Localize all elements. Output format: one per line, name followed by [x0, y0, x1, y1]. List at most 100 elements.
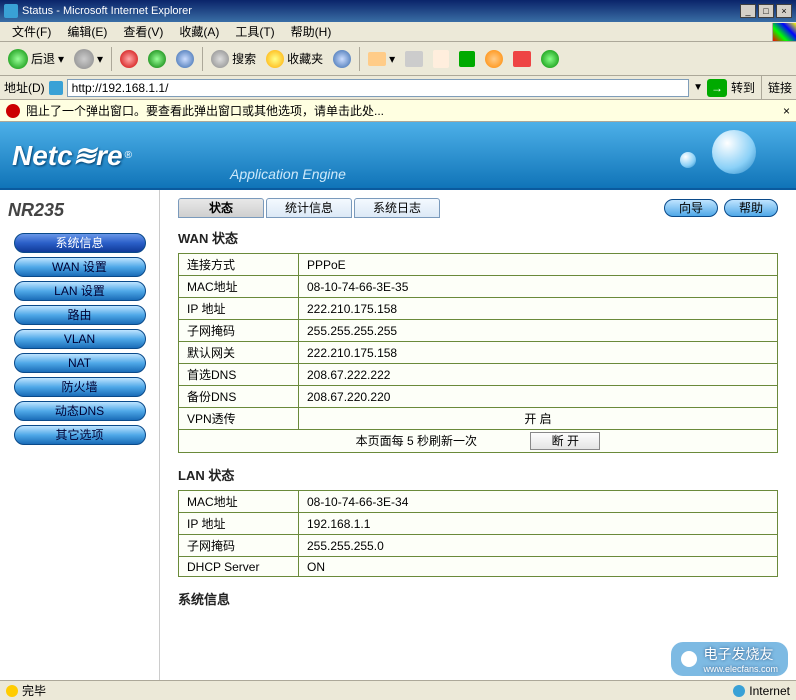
cell-value: 192.168.1.1	[299, 513, 778, 535]
sidebar-item-ddns[interactable]: 动态DNS	[14, 401, 146, 421]
dropdown-icon[interactable]: ▼	[693, 82, 703, 93]
sidebar-item-nat[interactable]: NAT	[14, 353, 146, 373]
menu-edit[interactable]: 编辑(E)	[59, 21, 115, 42]
links-label[interactable]: 链接	[768, 79, 792, 96]
cell-key: 默认网关	[179, 342, 299, 364]
forward-button[interactable]: ▾	[70, 47, 107, 71]
sidebar-item-firewall[interactable]: 防火墙	[14, 377, 146, 397]
menu-tools[interactable]: 工具(T)	[227, 21, 282, 42]
address-label: 地址(D)	[4, 79, 45, 96]
tool-button-2[interactable]	[481, 48, 507, 70]
cell-value: 255.255.255.0	[299, 535, 778, 557]
watermark-text: 电子发烧友	[703, 644, 778, 664]
sidebar-item-vlan[interactable]: VLAN	[14, 329, 146, 349]
cell-key: 备份DNS	[179, 386, 299, 408]
blocked-icon	[6, 104, 20, 118]
flower-icon	[485, 50, 503, 68]
history-button[interactable]	[329, 48, 355, 70]
favorites-button[interactable]: 收藏夹	[262, 48, 327, 70]
lan-table: MAC地址08-10-74-66-3E-34 IP 地址192.168.1.1 …	[178, 490, 778, 577]
brand-subtitle: Application Engine	[230, 166, 346, 182]
disconnect-button[interactable]: 断 开	[530, 432, 600, 450]
windows-flag-icon	[772, 23, 796, 41]
menu-file[interactable]: 文件(F)	[4, 21, 59, 42]
search-button[interactable]: 搜索	[207, 48, 260, 70]
stop-icon	[120, 50, 138, 68]
url-input[interactable]	[67, 79, 689, 97]
go-button[interactable]: →	[707, 79, 727, 97]
status-icon	[6, 685, 18, 697]
wan-table: 连接方式PPPoE MAC地址08-10-74-66-3E-35 IP 地址22…	[178, 253, 778, 453]
table-row: MAC地址08-10-74-66-3E-35	[179, 276, 778, 298]
sidebar-item-other[interactable]: 其它选项	[14, 425, 146, 445]
toolbar-separator	[359, 47, 360, 71]
table-row: 默认网关222.210.175.158	[179, 342, 778, 364]
toolbar-separator	[202, 47, 203, 71]
back-icon	[8, 49, 28, 69]
main-panel: 状态 统计信息 系统日志 向导 帮助 WAN 状态 连接方式PPPoE MAC地…	[160, 190, 796, 680]
table-row: 子网掩码255.255.255.255	[179, 320, 778, 342]
search-icon	[211, 50, 229, 68]
wizard-button[interactable]: 向导	[664, 199, 718, 217]
menu-favorites[interactable]: 收藏(A)	[171, 21, 227, 42]
stop-button[interactable]	[116, 48, 142, 70]
cell-key: 连接方式	[179, 254, 299, 276]
sidebar-item-lan[interactable]: LAN 设置	[14, 281, 146, 301]
back-button[interactable]: 后退 ▾	[4, 47, 68, 71]
cell-value: 222.210.175.158	[299, 342, 778, 364]
popup-blocked-infobar[interactable]: 阻止了一个弹出窗口。要查看此弹出窗口或其他选项，请单击此处... ×	[0, 100, 796, 122]
infobar-close-icon[interactable]: ×	[783, 104, 790, 118]
tab-row: 状态 统计信息 系统日志 向导 帮助	[178, 198, 778, 218]
messenger-button[interactable]	[537, 48, 563, 70]
status-bar: 完毕 Internet	[0, 680, 796, 700]
home-button[interactable]	[172, 48, 198, 70]
print-button[interactable]	[401, 49, 427, 69]
tool-button-3[interactable]	[509, 49, 535, 69]
tool-button-1[interactable]	[455, 49, 479, 69]
wan-section-title: WAN 状态	[178, 228, 778, 247]
star-icon	[266, 50, 284, 68]
page-content: Netc≋re ® Application Engine NR235 系统信息 …	[0, 122, 796, 700]
refresh-button[interactable]	[144, 48, 170, 70]
menu-help[interactable]: 帮助(H)	[283, 21, 340, 42]
minimize-button[interactable]: _	[740, 4, 756, 18]
bubble-decoration	[680, 152, 696, 168]
mail-icon	[368, 52, 386, 66]
tab-syslog[interactable]: 系统日志	[354, 198, 440, 218]
watermark-icon	[681, 651, 697, 667]
toolbar: 后退 ▾ ▾ 搜索 收藏夹 ▾	[0, 42, 796, 76]
print-icon	[405, 51, 423, 67]
cell-value: 08-10-74-66-3E-34	[299, 491, 778, 513]
refresh-row: 本页面每 5 秒刷新一次 断 开	[179, 430, 778, 453]
menu-view[interactable]: 查看(V)	[115, 21, 171, 42]
sidebar-item-wan[interactable]: WAN 设置	[14, 257, 146, 277]
mail-button[interactable]: ▾	[364, 50, 399, 68]
help-button[interactable]: 帮助	[724, 199, 778, 217]
window-titlebar: Status - Microsoft Internet Explorer _ □…	[0, 0, 796, 22]
sidebar-item-route[interactable]: 路由	[14, 305, 146, 325]
table-row: IP 地址222.210.175.158	[179, 298, 778, 320]
tab-status[interactable]: 状态	[178, 198, 264, 218]
table-row: 子网掩码255.255.255.0	[179, 535, 778, 557]
messenger-icon	[541, 50, 559, 68]
table-row: 首选DNS208.67.222.222	[179, 364, 778, 386]
table-row: 连接方式PPPoE	[179, 254, 778, 276]
refresh-icon	[148, 50, 166, 68]
tab-statistics[interactable]: 统计信息	[266, 198, 352, 218]
toolbar-separator	[111, 47, 112, 71]
cell-value: 208.67.220.220	[299, 386, 778, 408]
cell-key: 子网掩码	[179, 320, 299, 342]
close-button[interactable]: ×	[776, 4, 792, 18]
cell-key: DHCP Server	[179, 557, 299, 577]
forward-icon	[74, 49, 94, 69]
edit-button[interactable]	[429, 48, 453, 70]
cell-key: MAC地址	[179, 491, 299, 513]
sidebar-item-sysinfo[interactable]: 系统信息	[14, 233, 146, 253]
watermark: 电子发烧友 www.elecfans.com	[671, 642, 788, 676]
sidebar: NR235 系统信息 WAN 设置 LAN 设置 路由 VLAN NAT 防火墙…	[0, 190, 160, 680]
go-label: 转到	[731, 79, 755, 96]
table-row: VPN透传开 启	[179, 408, 778, 430]
maximize-button[interactable]: □	[758, 4, 774, 18]
table-row: 本页面每 5 秒刷新一次 断 开	[179, 430, 778, 453]
address-bar: 地址(D) ▼ → 转到 链接	[0, 76, 796, 100]
